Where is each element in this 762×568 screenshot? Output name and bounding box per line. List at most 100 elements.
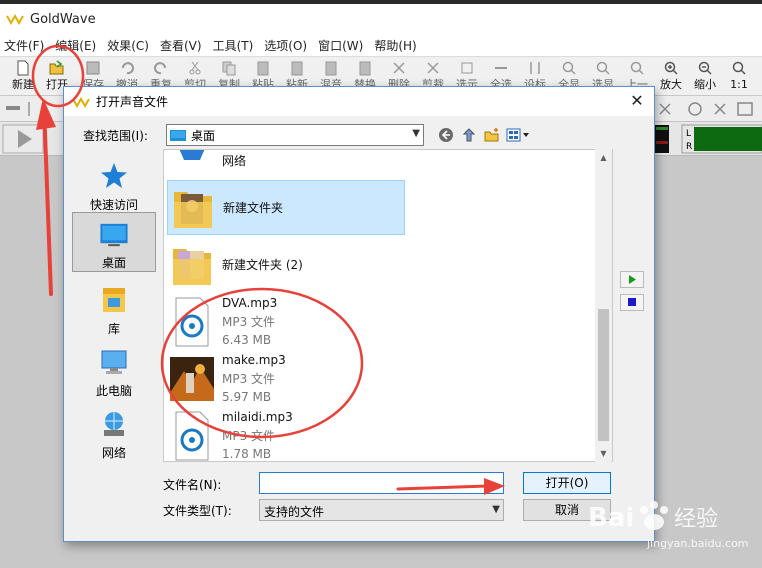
folder-photo-icon [173,248,211,285]
new-button[interactable]: 新建 [8,60,38,96]
new-file-icon [17,60,29,76]
library-icon [103,288,125,312]
scroll-down-icon[interactable]: ▼ [595,445,612,462]
zoom-previous-icon [630,61,644,75]
place-this-pc[interactable]: 此电脑 [72,340,156,400]
watermark-brand-text: 经验 [674,507,718,532]
app-titlebar: GoldWave [0,4,762,34]
file-list: 网络 新建文件夹 新建文件夹 (2) DVA.mp3 MP3 文件 6.43 M… [163,149,613,462]
look-in-dropdown[interactable]: 桌面 ▼ [166,124,424,146]
list-item-folder[interactable]: 新建文件夹 [167,180,405,235]
network-icon [104,412,124,436]
zoom-in-button[interactable]: 放大 [656,60,686,96]
close-icon[interactable]: ✕ [628,92,646,110]
copy-icon [222,61,236,76]
menu-window[interactable]: 窗口(W) [314,37,370,54]
menu-options[interactable]: 选项(O) [260,37,314,54]
list-item-folder-2[interactable]: 新建文件夹 (2) [167,237,405,292]
goldwave-logo-icon [72,96,90,108]
back-button[interactable] [436,125,456,145]
delete-icon [393,62,405,74]
up-folder-icon [462,128,476,142]
menu-help[interactable]: 帮助(H) [370,37,423,54]
scrollbar-thumb[interactable] [598,309,609,441]
chevron-down-icon: ▼ [492,504,500,515]
dialog-title: 打开声音文件 [96,95,169,109]
redo-icon [154,62,166,75]
look-in-label: 查找范围(I): [83,129,148,143]
places-bar: 快速访问 桌面 库 此电脑 网络 [70,154,158,462]
menu-file[interactable]: 文件(F) [0,37,51,54]
menu-tools[interactable]: 工具(T) [209,37,261,54]
new-folder-button[interactable] [482,125,502,145]
navigation-buttons [436,125,531,145]
play-icon [629,275,636,284]
list-item-milaidi-mp3[interactable]: milaidi.mp3 MP3 文件 1.78 MB [167,408,405,461]
filename-input[interactable] [259,472,504,494]
list-item-partial[interactable]: 网络 [167,150,405,181]
watermark-url: jingyan.baidu.com [647,537,749,550]
view-grid-icon [506,128,529,142]
zoom-out-icon [698,61,712,75]
back-arrow-icon [439,128,453,142]
goldwave-logo-icon [6,13,24,25]
app-title: GoldWave [30,11,96,27]
audio-file-icon [175,411,209,460]
filetype-dropdown[interactable]: 支持的文件 ▼ [259,499,504,521]
mix-icon [325,61,337,76]
stop-icon [628,298,636,306]
list-item-dva-mp3[interactable]: DVA.mp3 MP3 文件 6.43 MB [167,294,405,349]
preview-stop-button[interactable] [620,294,644,311]
preview-play-button[interactable] [620,271,644,288]
audio-file-icon [175,297,209,346]
file-list-scrollbar[interactable]: ▲ ▼ [595,149,612,462]
svg-text:R: R [686,142,692,152]
up-folder-button[interactable] [459,125,479,145]
desktop-icon [100,223,128,247]
list-item-make-mp3[interactable]: make.mp3 MP3 文件 5.97 MB [167,351,405,406]
zoom-1-1-icon [732,61,746,75]
menu-bar: 文件(F) 编辑(E) 效果(C) 查看(V) 工具(T) 选项(O) 窗口(W… [0,34,762,56]
select-view-icon [461,62,473,74]
zoom-out-button[interactable]: 缩小 [690,60,720,96]
dialog-titlebar: 打开声音文件 ✕ [64,87,654,116]
undo-icon [122,62,134,75]
zoom-all-icon [562,61,576,75]
open-sound-file-dialog: 打开声音文件 ✕ 查找范围(I): 桌面 ▼ 快速访问 桌面 库 此电脑 网络 … [63,86,655,542]
place-quick-access[interactable]: 快速访问 [72,154,156,214]
menu-view[interactable]: 查看(V) [156,37,209,54]
place-library[interactable]: 库 [72,278,156,338]
desktop-small-icon [170,129,186,141]
zoom-selection-icon [596,61,610,75]
computer-icon [101,350,127,374]
star-icon [101,163,127,188]
menu-effects[interactable]: 效果(C) [103,37,156,54]
view-menu-button[interactable] [505,125,531,145]
marker-icon [530,62,540,74]
open-folder-icon [49,60,64,75]
look-in-value: 桌面 [191,128,216,143]
zoom-in-icon [664,61,678,75]
scroll-up-icon[interactable]: ▲ [595,149,612,166]
zoom-1-1-button[interactable]: 1:1 [724,60,754,96]
filename-label: 文件名(N): [163,478,222,492]
svg-text:Bai: Bai [588,503,634,533]
folder-photo-icon [174,191,212,228]
place-desktop[interactable]: 桌面 [72,212,156,272]
filetype-label: 文件类型(T): [163,504,232,518]
save-icon [86,61,100,75]
paste-new-icon [291,61,303,76]
trim-icon [427,62,439,74]
album-art-thumbnail [170,356,214,401]
chevron-down-icon: ▼ [412,128,420,139]
replace-icon [359,61,371,76]
menu-edit[interactable]: 编辑(E) [51,37,103,54]
paste-icon [257,61,269,76]
svg-text:L: L [686,129,691,139]
filetype-value: 支持的文件 [264,505,325,519]
select-all-icon [495,67,507,69]
new-folder-icon [484,128,499,142]
scissors-icon [189,61,201,75]
network-folder-icon [179,150,205,160]
place-network[interactable]: 网络 [72,402,156,462]
